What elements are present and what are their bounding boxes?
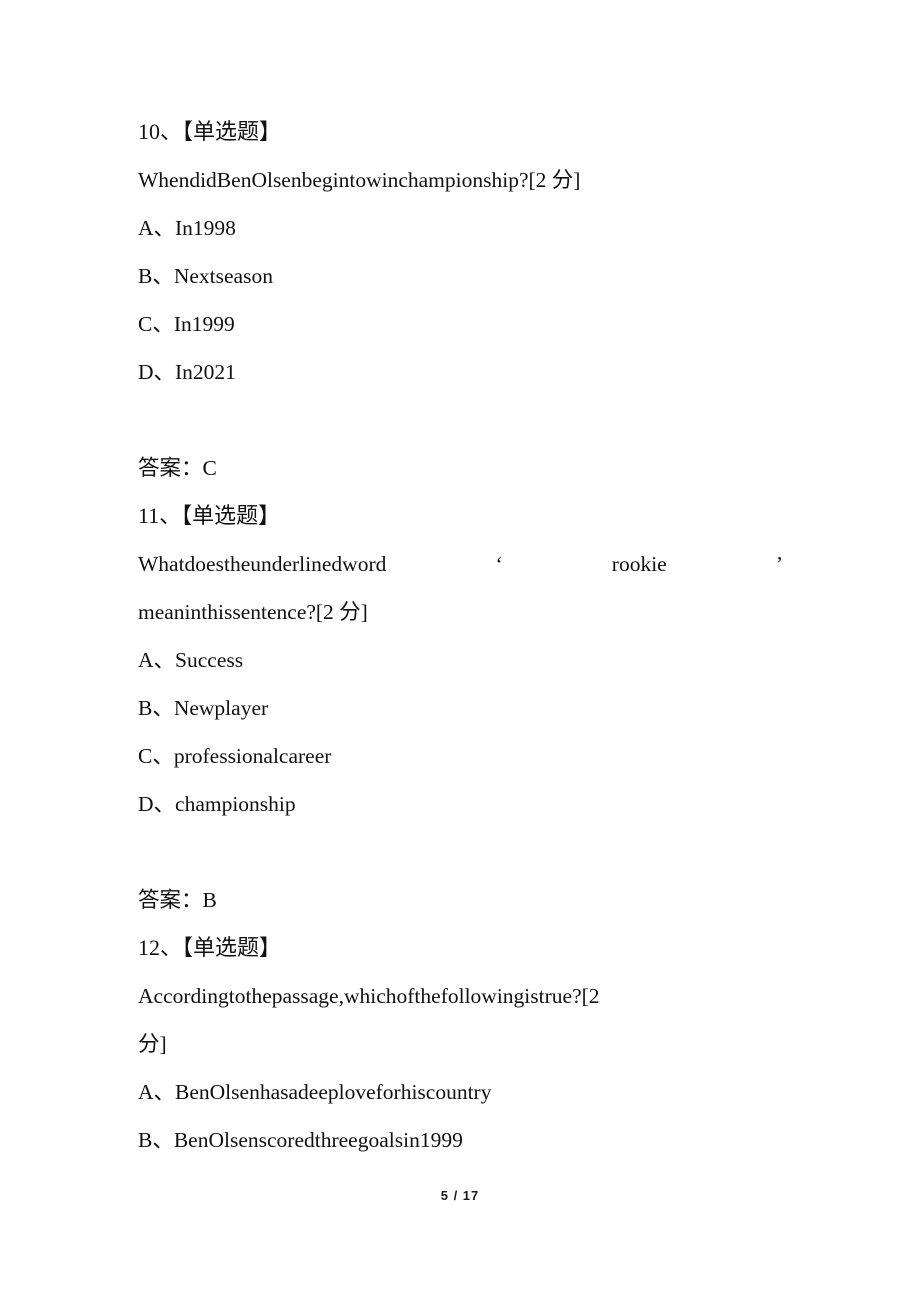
- page-number-footer: 5 / 17: [440, 1188, 480, 1203]
- question-stem-11-line-2: meaninthissentence?[2 分]: [138, 600, 368, 624]
- question-block-11: 11、【单选题】 Whatdoestheunderlinedword ‘ roo…: [138, 492, 783, 924]
- option-10-c: C、In1999: [138, 312, 235, 336]
- option-10-a: A、In1998: [138, 216, 236, 240]
- option-11-b: B、Newplayer: [138, 696, 269, 720]
- question-header-12: 12、【单选题】: [138, 935, 282, 960]
- question-stem-12-line-2: 分]: [138, 1032, 167, 1056]
- question-header-11: 11、【单选题】: [138, 503, 281, 528]
- page-content: 10、【单选题】 WhendidBenOlsenbegintowinchampi…: [138, 108, 783, 1164]
- option-12-b: B、BenOlsenscoredthreegoalsin1999: [138, 1128, 463, 1152]
- option-11-c: C、professionalcareer: [138, 744, 332, 768]
- spacer-after-options-10: [138, 396, 783, 444]
- option-12-a: A、BenOlsenhasadeeploveforhiscountry: [138, 1080, 492, 1104]
- option-10-b: B、Nextseason: [138, 264, 273, 288]
- question-stem-11-line-1: Whatdoestheunderlinedword ‘ rookie ’: [138, 552, 783, 576]
- option-11-d: D、championship: [138, 792, 296, 816]
- document-page: 10、【单选题】 WhendidBenOlsenbegintowinchampi…: [0, 0, 920, 1302]
- question-stem-10-line-1: WhendidBenOlsenbegintowinchampionship?[2…: [138, 168, 581, 192]
- question-stem-12-line-1: Accordingtothepassage,whichofthefollowin…: [138, 984, 600, 1008]
- question-block-10: 10、【单选题】 WhendidBenOlsenbegintowinchampi…: [138, 108, 783, 492]
- option-10-d: D、In2021: [138, 360, 236, 384]
- option-11-a: A、Success: [138, 648, 244, 672]
- question-header-10: 10、【单选题】: [138, 119, 282, 144]
- question-block-12: 12、【单选题】 Accordingtothepassage,whichofth…: [138, 924, 783, 1164]
- answer-11: 答案：B: [138, 888, 217, 912]
- answer-10: 答案：C: [138, 456, 217, 480]
- spacer-after-options-11: [138, 828, 783, 876]
